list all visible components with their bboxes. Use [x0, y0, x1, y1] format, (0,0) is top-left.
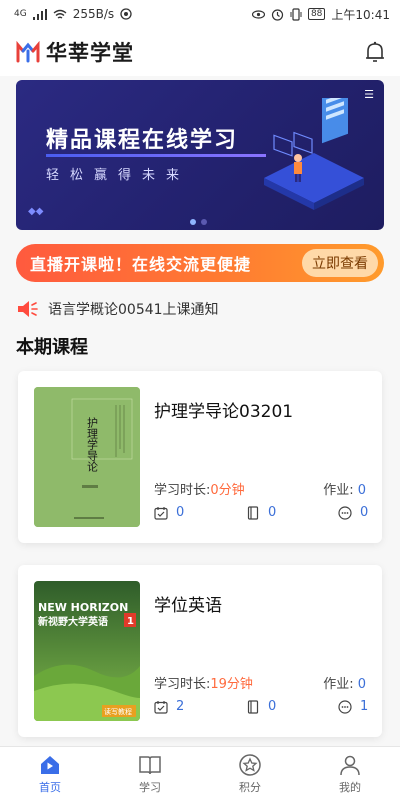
- tab-home[interactable]: 首页: [0, 747, 100, 800]
- cover-title-text: 护理学导论: [86, 416, 99, 472]
- comment-stat[interactable]: 0: [338, 505, 368, 520]
- banner-title: 精品课程在线学习: [46, 128, 239, 153]
- brand-logo-icon: [16, 41, 40, 63]
- bell-icon[interactable]: [364, 40, 386, 64]
- eye-icon: [251, 9, 265, 19]
- checkin-stat[interactable]: 0: [154, 505, 184, 520]
- status-right: 88 上午10:41: [251, 6, 390, 23]
- checkin-stat[interactable]: 2: [154, 699, 184, 714]
- material-count: 0: [268, 699, 277, 714]
- homework-count: 作业: 0: [323, 479, 366, 498]
- course-card[interactable]: 护理学导论 护理学导论03201 学习时长:0分钟 作业: 0 0 0 0: [18, 371, 382, 543]
- carousel-dot[interactable]: [201, 219, 207, 225]
- comment-stat[interactable]: 1: [338, 699, 368, 714]
- cover-tag-text: 读写教程: [104, 707, 132, 716]
- clock: 上午10:41: [331, 7, 390, 22]
- app-header: 华莘学堂: [0, 28, 400, 76]
- comment-icon: [338, 699, 352, 714]
- study-duration: 学习时长:0分钟: [154, 479, 245, 498]
- promo-text: 直播开课啦！在线交流更便捷: [30, 255, 252, 274]
- material-count: 0: [268, 505, 277, 520]
- study-duration-label: 学习时长:: [154, 677, 211, 692]
- homework-count: 作业: 0: [323, 673, 366, 692]
- homework-label: 作业:: [323, 677, 354, 692]
- study-duration-label: 学习时长:: [154, 483, 211, 498]
- view-now-button[interactable]: 立即查看: [302, 249, 378, 277]
- tab-label: 我的: [339, 780, 361, 794]
- status-left: 4G 255B/s: [14, 7, 132, 21]
- banner-subtitle: 轻松赢得未来: [46, 168, 191, 183]
- notice-text: 语言学概论00541上课通知: [48, 302, 219, 318]
- live-class-promo[interactable]: 直播开课啦！在线交流更便捷 立即查看: [16, 244, 384, 282]
- banner-underline: [46, 154, 266, 157]
- home-icon: [41, 755, 59, 774]
- study-duration: 学习时长:19分钟: [154, 673, 253, 692]
- notebook-icon: [247, 505, 259, 520]
- comment-count: 1: [360, 699, 369, 714]
- study-duration-value: 19分钟: [210, 677, 253, 692]
- app-title: 华莘学堂: [46, 41, 134, 65]
- star-icon: [239, 753, 261, 776]
- alarm-icon: [271, 8, 284, 21]
- promo-banner[interactable]: ☰ 精品课程在线学习 轻松赢得未来 ◆◆: [16, 80, 384, 230]
- notebook-icon: [247, 699, 259, 714]
- isometric-illustration-icon: [264, 98, 364, 210]
- material-stat[interactable]: 0: [246, 505, 276, 520]
- user-icon: [340, 755, 360, 775]
- tab-mine[interactable]: 我的: [300, 747, 400, 800]
- status-bar: 4G 255B/s 88 上午10:41: [0, 0, 400, 28]
- course-cover-image: 护理学导论: [34, 387, 140, 527]
- book-cover-nursing: 护理学导论: [34, 387, 140, 527]
- tab-label: 首页: [39, 780, 61, 794]
- homework-value: 0: [357, 483, 366, 498]
- book-cover-english: NEW HORIZON 新视野大学英语 1 读写教程: [34, 581, 140, 721]
- tab-study[interactable]: 学习: [100, 747, 200, 800]
- carousel-dot-active[interactable]: [190, 219, 196, 225]
- book-icon: [139, 755, 161, 774]
- study-duration-value: 0分钟: [210, 483, 245, 498]
- homework-value: 0: [357, 677, 366, 692]
- course-title[interactable]: 护理学导论03201: [154, 397, 293, 422]
- cover-title-text: 新视野大学英语: [38, 615, 108, 628]
- bottom-tab-bar: 首页 学习 积分 我的: [0, 746, 400, 800]
- course-title[interactable]: 学位英语: [154, 591, 222, 616]
- notice-bar[interactable]: 语言学概论00541上课通知: [16, 294, 219, 324]
- checkin-count: 2: [176, 699, 185, 714]
- section-title: 本期课程: [16, 337, 88, 358]
- calendar-check-icon: [154, 700, 168, 714]
- tab-points[interactable]: 积分: [200, 747, 300, 800]
- battery-level: 88: [307, 8, 326, 20]
- tab-label: 积分: [239, 780, 261, 794]
- course-card[interactable]: NEW HORIZON 新视野大学英语 1 读写教程 学位英语 学习时长:19分…: [18, 565, 382, 737]
- cover-brand-text: NEW HORIZON: [38, 601, 128, 614]
- comment-count: 0: [360, 505, 369, 520]
- carousel-dots: [190, 219, 207, 225]
- cover-volume-text: 1: [127, 616, 134, 627]
- network-speed: 255B/s: [72, 7, 115, 21]
- course-cover-image: NEW HORIZON 新视野大学英语 1 读写教程: [34, 581, 140, 721]
- vibrate-icon: [290, 7, 302, 21]
- wifi-icon: [53, 9, 67, 19]
- cell-signal-icon: [32, 8, 47, 20]
- homework-label: 作业:: [323, 483, 354, 498]
- tab-label: 学习: [139, 780, 161, 794]
- diamond-decor-icon: ◆◆: [28, 206, 44, 217]
- material-stat[interactable]: 0: [246, 699, 276, 714]
- speaker-icon: [18, 301, 38, 317]
- app-notification-icon: [120, 8, 132, 20]
- checkin-count: 0: [176, 505, 185, 520]
- calendar-check-icon: [154, 506, 168, 520]
- comment-icon: [338, 505, 352, 520]
- signal-indicator: 4G: [14, 9, 27, 19]
